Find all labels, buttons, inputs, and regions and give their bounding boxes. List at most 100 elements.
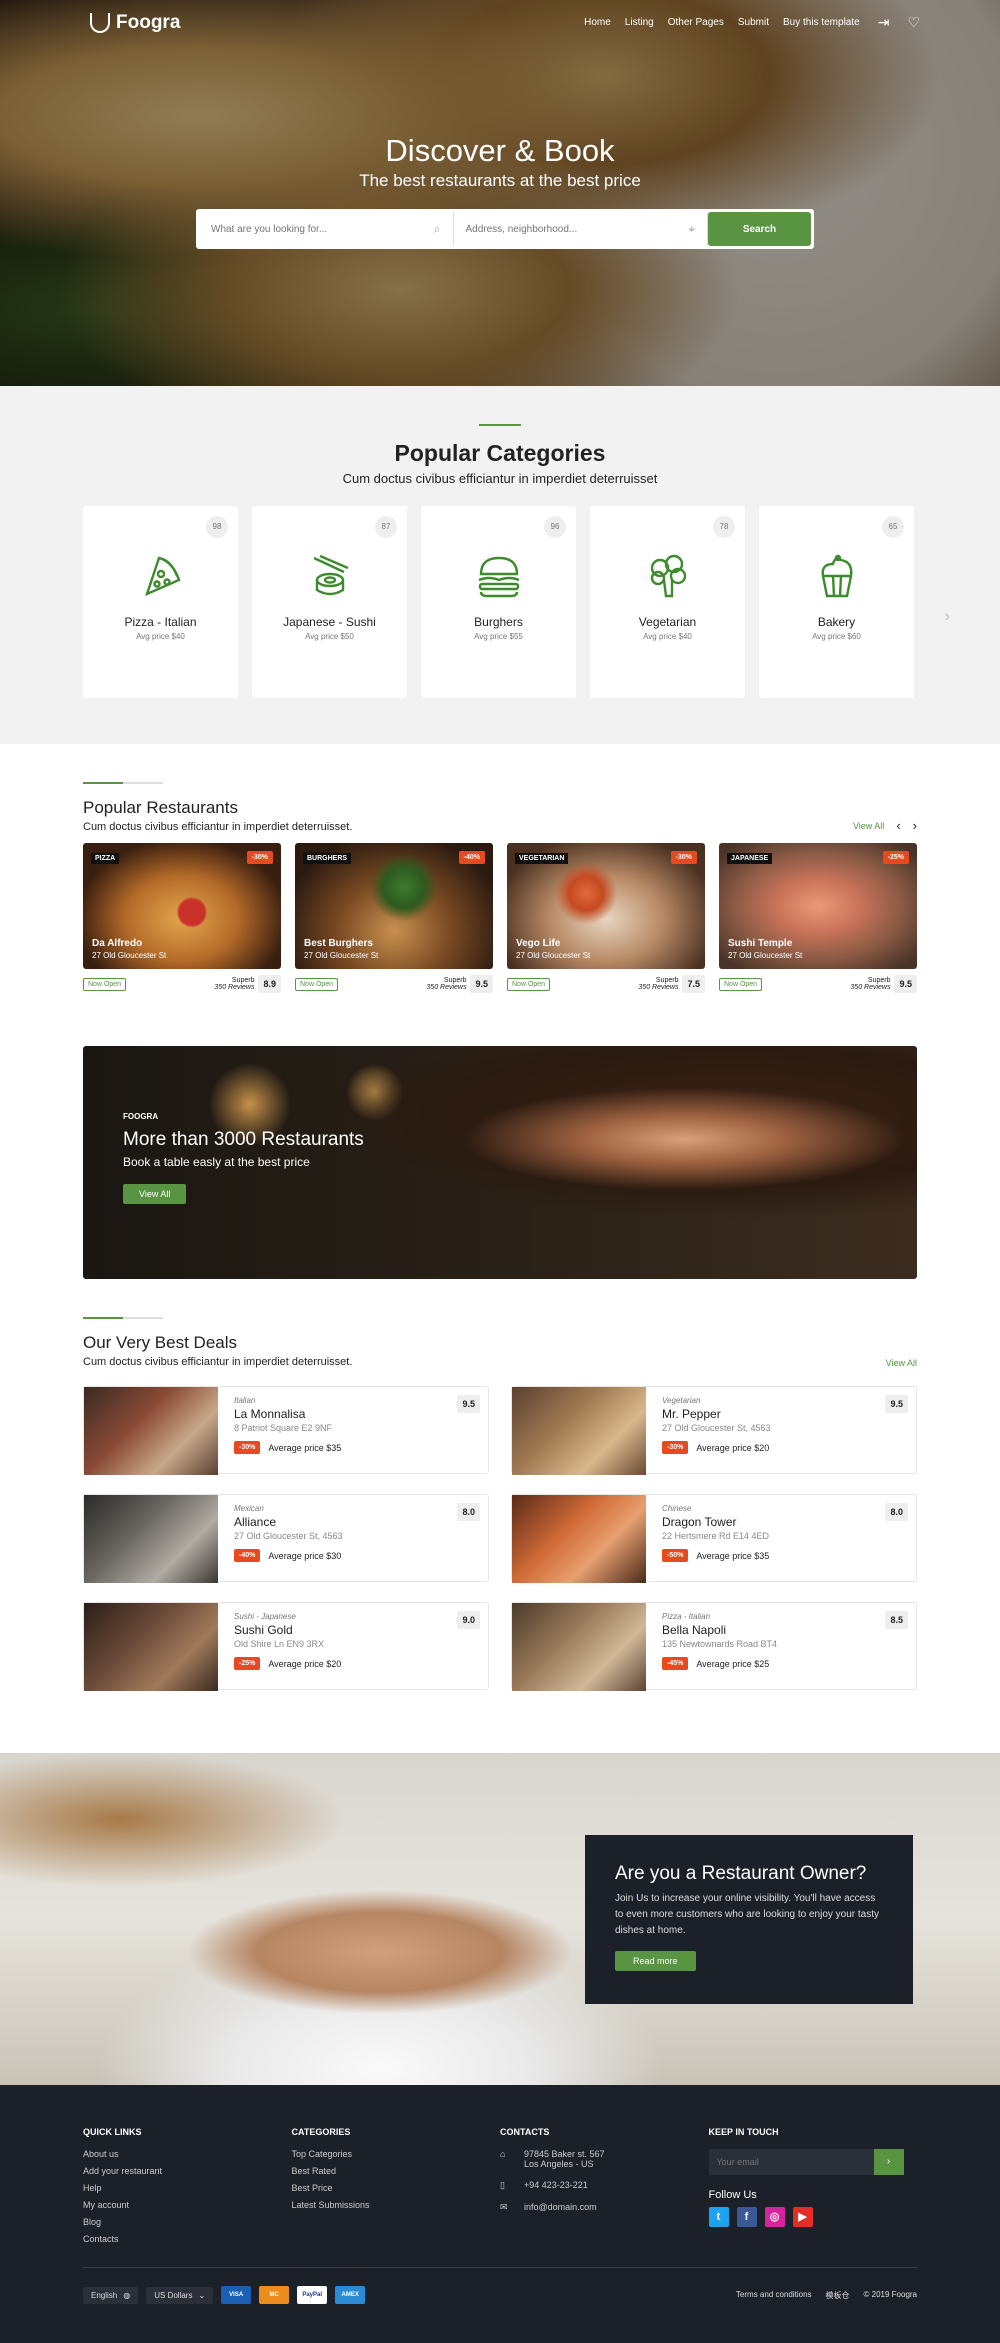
search-icon: ⌕ — [433, 221, 441, 236]
submit-arrow-icon[interactable]: › — [873, 2149, 904, 2175]
categories-subtitle: Cum doctus civibus efficiantur in imperd… — [342, 471, 658, 486]
score-badge: 9.5 — [470, 975, 493, 993]
divider — [83, 782, 163, 784]
nav-other-pages[interactable]: Other Pages — [668, 17, 724, 28]
search-input[interactable] — [211, 223, 434, 235]
facebook-icon[interactable]: f — [736, 2207, 757, 2227]
pizza-icon — [144, 556, 180, 597]
nav-submit[interactable]: Submit — [738, 17, 769, 28]
score-badge: 9.0 — [457, 1611, 480, 1629]
restaurant-card[interactable]: VEGETARIAN -30% Vego Life 27 Old Glouces… — [507, 843, 705, 993]
instagram-icon[interactable]: ◎ — [764, 2207, 785, 2227]
owner-card: Are you a Restaurant Owner? Join Us to i… — [585, 1835, 913, 2004]
nav-home[interactable]: Home — [584, 17, 611, 28]
categories-title: Popular Categories — [394, 440, 606, 466]
footer-link[interactable]: Top Categories — [292, 2149, 501, 2159]
login-icon[interactable]: ⇥ — [878, 14, 890, 31]
category-card-sushi[interactable]: 87 Japanese - Sushi Avg price $50 — [252, 506, 407, 698]
footer-link[interactable]: Best Rated — [292, 2166, 501, 2176]
category-count: 87 — [375, 516, 397, 538]
nav-listing[interactable]: Listing — [625, 17, 654, 28]
mail-icon: ✉ — [500, 2202, 508, 2212]
home-icon: ⌂ — [500, 2149, 506, 2159]
youtube-icon[interactable]: ▶ — [792, 2207, 813, 2227]
address-input[interactable] — [465, 223, 689, 235]
deals-view-all-link[interactable]: View All — [886, 1358, 917, 1368]
restaurant-card[interactable]: BURGHERS -40% Best Burghers 27 Old Glouc… — [295, 843, 493, 993]
deal-card[interactable]: Mexican Alliance 27 Old Gloucester St, 4… — [83, 1494, 489, 1583]
deal-image — [512, 1603, 646, 1691]
cupcake-icon — [821, 554, 852, 598]
deal-image — [84, 1387, 218, 1475]
top-nav: Foogra Home Listing Other Pages Submit B… — [0, 0, 1000, 45]
terms-link[interactable]: Terms and conditions — [736, 2290, 812, 2301]
popular-categories: Popular Categories Cum doctus civibus ef… — [0, 386, 1000, 744]
location-pin-icon: ⌖ — [688, 221, 695, 236]
hero: Foogra Home Listing Other Pages Submit B… — [0, 0, 1000, 386]
restaurant-card[interactable]: PIZZA -30% Da Alfredo 27 Old Gloucester … — [83, 843, 281, 993]
nav-buy-template[interactable]: Buy this template — [783, 17, 860, 28]
footer-link[interactable]: My account — [83, 2200, 292, 2210]
deal-image — [84, 1495, 218, 1583]
restaurant-image: BURGHERS -40% Best Burghers 27 Old Glouc… — [295, 843, 493, 969]
search-button[interactable]: Search — [708, 212, 811, 246]
restaurant-card[interactable]: JAPANESE -25% Sushi Temple 27 Old Glouce… — [719, 843, 917, 993]
chevron-right-icon[interactable]: › — [913, 818, 917, 833]
status-badge: Now Open — [507, 977, 551, 991]
category-card-burgers[interactable]: 96 Burghers Avg price $55 — [421, 506, 576, 698]
language-select[interactable]: English ◍ — [83, 2286, 139, 2304]
footer-link[interactable]: Blog — [83, 2217, 292, 2227]
deal-card[interactable]: Pizza - Italian Bella Napoli 135 Newtown… — [511, 1602, 917, 1691]
heart-icon[interactable]: ♡ — [907, 14, 920, 31]
view-all-link[interactable]: View All — [853, 821, 884, 831]
currency-select[interactable]: US Dollars ⌄ — [146, 2286, 214, 2304]
banner-brand: FOOGRA — [123, 1112, 159, 1121]
category-card-pizza[interactable]: 98 Pizza - Italian Avg price $40 — [83, 506, 238, 698]
score-badge: 7.5 — [682, 975, 705, 993]
deal-image — [512, 1387, 646, 1475]
footer-link[interactable]: Contacts — [83, 2234, 292, 2244]
deal-image — [512, 1495, 646, 1583]
category-count: 78 — [713, 516, 735, 538]
owner-text: Join Us to increase your online visibili… — [615, 1893, 880, 1936]
footer-link[interactable]: About us — [83, 2149, 292, 2159]
score-badge: 8.5 — [885, 1611, 908, 1629]
newsletter-email-input[interactable] — [708, 2149, 874, 2175]
status-badge: Now Open — [719, 977, 763, 991]
footer-link[interactable]: Help — [83, 2183, 292, 2193]
banner-subtitle: Book a table easly at the best price — [123, 1155, 310, 1169]
footer-link[interactable]: Add your restaurant — [83, 2166, 292, 2176]
twitter-icon[interactable]: t — [708, 2207, 729, 2227]
category-card-vegetarian[interactable]: 78 Vegetarian Avg price $40 — [590, 506, 745, 698]
popular-restaurants: Popular Restaurants Cum doctus civibus e… — [0, 744, 1000, 1046]
deal-card[interactable]: Sushi - Japanese Sushi Gold Old Shire Ln… — [83, 1602, 489, 1691]
carousel-next-icon[interactable]: › — [945, 608, 950, 626]
deal-card[interactable]: Italian La Monnalisa 8 Patriot Square E2… — [83, 1386, 489, 1475]
owner-section: Are you a Restaurant Owner? Join Us to i… — [0, 1753, 1000, 2085]
restaurant-image: VEGETARIAN -30% Vego Life 27 Old Glouces… — [507, 843, 705, 969]
logo[interactable]: Foogra — [90, 12, 180, 34]
popular-subtitle: Cum doctus civibus efficiantur in imperd… — [83, 821, 353, 833]
category-count: 65 — [882, 516, 904, 538]
deal-card[interactable]: Vegetarian Mr. Pepper 27 Old Gloucester … — [511, 1386, 917, 1475]
hero-title: Discover & Book — [385, 133, 615, 168]
paypal-icon: PayPal — [297, 2286, 328, 2304]
mastercard-icon: MC — [259, 2286, 290, 2304]
banner-view-all-button[interactable]: View All — [123, 1184, 187, 1204]
deal-card[interactable]: Chinese Dragon Tower 22 Hertsmere Rd E14… — [511, 1494, 917, 1583]
category-card-bakery[interactable]: 65 Bakery Avg price $60 — [759, 506, 914, 698]
deal-image — [84, 1603, 218, 1691]
score-badge: 9.5 — [894, 975, 917, 993]
footer-link[interactable]: Best Price — [292, 2183, 501, 2193]
nav-links: Home Listing Other Pages Submit Buy this… — [584, 14, 920, 31]
popular-title: Popular Restaurants — [83, 798, 238, 817]
search-bar: ⌕ ⌖ Search — [196, 209, 814, 249]
chevron-left-icon[interactable]: ‹ — [896, 818, 900, 833]
divider — [83, 1317, 163, 1319]
footer-link[interactable]: Latest Submissions — [292, 2200, 501, 2210]
newsletter-form: › — [708, 2149, 904, 2175]
status-badge: Now Open — [83, 977, 127, 991]
banner-title: More than 3000 Restaurants — [123, 1129, 364, 1150]
burger-icon — [478, 556, 519, 598]
read-more-button[interactable]: Read more — [615, 1951, 696, 1971]
